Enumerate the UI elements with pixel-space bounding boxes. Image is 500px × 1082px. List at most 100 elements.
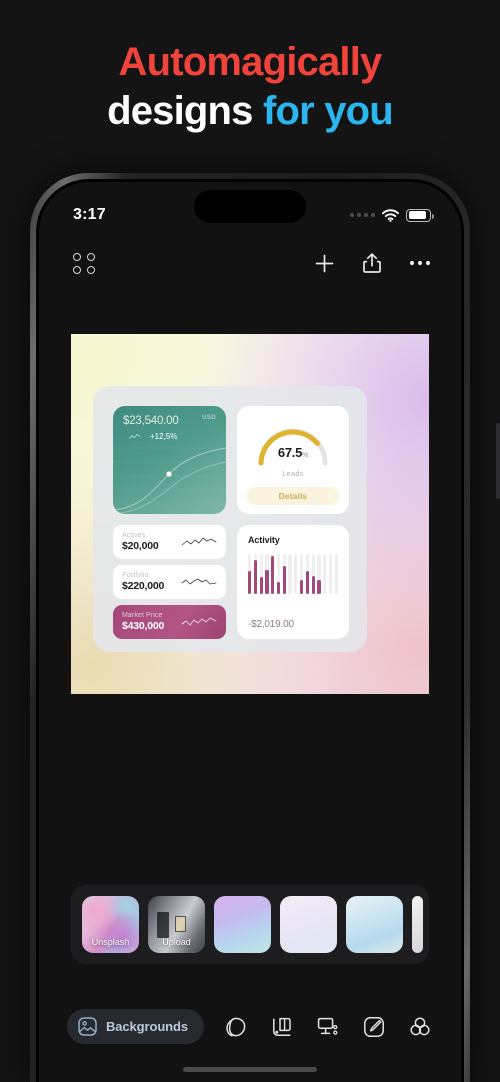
canvas-area[interactable]: $23,540.00 USD +12,5% 67.5% Leads Detail… (39, 334, 461, 694)
thumbnail-item[interactable] (412, 896, 423, 953)
status-bar: 3:17 (39, 182, 461, 234)
activity-bar-fill (265, 570, 269, 594)
phone-bezel: 3:17 $23,540.00 USD +12,5% 67.5% Leads D… (36, 179, 464, 1082)
phone-frame: 3:17 $23,540.00 USD +12,5% 67.5% Leads D… (30, 173, 500, 1082)
dynamic-island (194, 190, 306, 223)
balance-chart (113, 447, 226, 514)
gauge-value: 67.5 (277, 445, 303, 460)
gauge-label: Leads (282, 469, 304, 478)
tool-buttons (225, 1016, 431, 1038)
signal-dots-icon (350, 213, 375, 217)
balance-amount-main: $23,540 (123, 415, 164, 427)
activity-bar (300, 554, 304, 594)
activity-bar-fill (259, 577, 263, 594)
thumbnail-strip[interactable]: Unsplash Upload (71, 885, 429, 964)
grid-dots-icon[interactable] (73, 252, 96, 274)
brush-icon[interactable] (363, 1016, 385, 1038)
home-indicator[interactable] (183, 1067, 317, 1072)
stat-value: $220,000 (122, 580, 165, 592)
app-toolbar (39, 234, 461, 292)
thumbnail-item[interactable] (214, 896, 271, 953)
thumbnail-item[interactable]: Unsplash (82, 896, 139, 953)
stat-rows: Actives $20,000 Portfolio $220,000 Marke… (113, 525, 226, 639)
activity-bar-fill (305, 570, 309, 594)
thumbnail-item[interactable] (346, 896, 403, 953)
palette-icon[interactable] (271, 1016, 293, 1038)
balance-amount: $23,540.00 (123, 415, 179, 427)
design-canvas[interactable]: $23,540.00 USD +12,5% 67.5% Leads Detail… (71, 334, 429, 694)
stat-label: Portfolio (122, 572, 149, 579)
share-icon[interactable] (362, 252, 382, 274)
activity-bar (311, 554, 315, 594)
activity-bar-chart (248, 554, 338, 594)
sparkline-icon (181, 537, 217, 546)
wifi-icon (382, 208, 399, 222)
balance-amount-cents: .00 (163, 415, 179, 427)
activity-bar (271, 554, 275, 594)
thumbnail-item[interactable] (280, 896, 337, 953)
activity-bar (334, 554, 338, 594)
shapes-icon[interactable] (225, 1016, 247, 1038)
activity-bar (328, 554, 333, 594)
activity-bar-fill (282, 566, 286, 594)
gauge-card: 67.5% Leads Details (237, 406, 349, 514)
activity-bar-fill (300, 580, 304, 594)
stat-label: Actives (122, 532, 146, 539)
background-picker: Unsplash Upload (71, 885, 429, 964)
more-dots-icon[interactable] (409, 259, 431, 267)
plus-icon[interactable] (314, 253, 335, 274)
sparkline-icon (181, 617, 217, 626)
stat-value: $430,000 (122, 620, 165, 632)
thumbnail-item[interactable]: Upload (148, 896, 205, 953)
dashboard-mockup: $23,540.00 USD +12,5% 67.5% Leads Detail… (93, 386, 367, 652)
tab-backgrounds-label: Backgrounds (106, 1019, 188, 1034)
gauge-unit: % (302, 452, 308, 459)
power-button[interactable] (496, 423, 500, 499)
thumbnail-label: Unsplash (91, 937, 130, 947)
activity-amount: -$2,019.00 (248, 619, 294, 630)
phone-screen: 3:17 $23,540.00 USD +12,5% 67.5% Leads D… (39, 182, 461, 1082)
activity-bar (323, 554, 327, 594)
headline: Automagically designs for you (0, 42, 500, 131)
stat-text: Market Price $430,000 (122, 612, 164, 632)
balance-card: $23,540.00 USD +12,5% (113, 406, 226, 514)
activity-bar (276, 554, 281, 594)
activity-title: Activity (248, 535, 280, 545)
activity-bar-fill (311, 575, 315, 594)
activity-card: Activity -$2,019.00 (237, 525, 349, 639)
sparkline-icon (181, 578, 217, 585)
activity-bar (248, 554, 252, 594)
details-button[interactable]: Details (247, 487, 339, 505)
stat-row-market-price: Market Price $430,000 (113, 605, 226, 639)
activity-bar (305, 554, 309, 594)
status-indicators (350, 208, 434, 222)
tab-backgrounds[interactable]: Backgrounds (67, 1009, 204, 1044)
activity-bar (288, 554, 292, 594)
activity-bar (259, 554, 263, 594)
balance-currency: USD (202, 415, 216, 421)
balance-header: $23,540.00 USD (123, 415, 216, 427)
activity-bar-fill (271, 555, 275, 594)
stat-text: Portfolio $220,000 (122, 572, 164, 592)
mockup-icon[interactable] (317, 1016, 339, 1038)
activity-bar (265, 554, 269, 594)
activity-bar (294, 554, 298, 594)
gauge-chart: 67.5% (254, 419, 332, 467)
activity-bar (317, 554, 321, 594)
status-time: 3:17 (73, 206, 106, 223)
blend-icon[interactable] (409, 1016, 431, 1038)
headline-designs: designs (107, 89, 253, 133)
stat-value: $20,000 (122, 540, 159, 552)
activity-bar-fill (276, 582, 281, 594)
activity-bar-fill (253, 560, 257, 594)
bottom-toolbar: Backgrounds (39, 1009, 461, 1044)
activity-bar (282, 554, 286, 594)
stat-row-portfolio: Portfolio $220,000 (113, 565, 226, 599)
headline-for-you: for you (262, 89, 394, 133)
thumbnail-label: Upload (162, 937, 191, 947)
activity-bar (253, 554, 257, 594)
stat-label: Market Price (122, 612, 163, 619)
headline-line-1: Automagically (118, 40, 383, 84)
stat-text: Actives $20,000 (122, 532, 159, 552)
activity-bar-fill (317, 579, 321, 594)
